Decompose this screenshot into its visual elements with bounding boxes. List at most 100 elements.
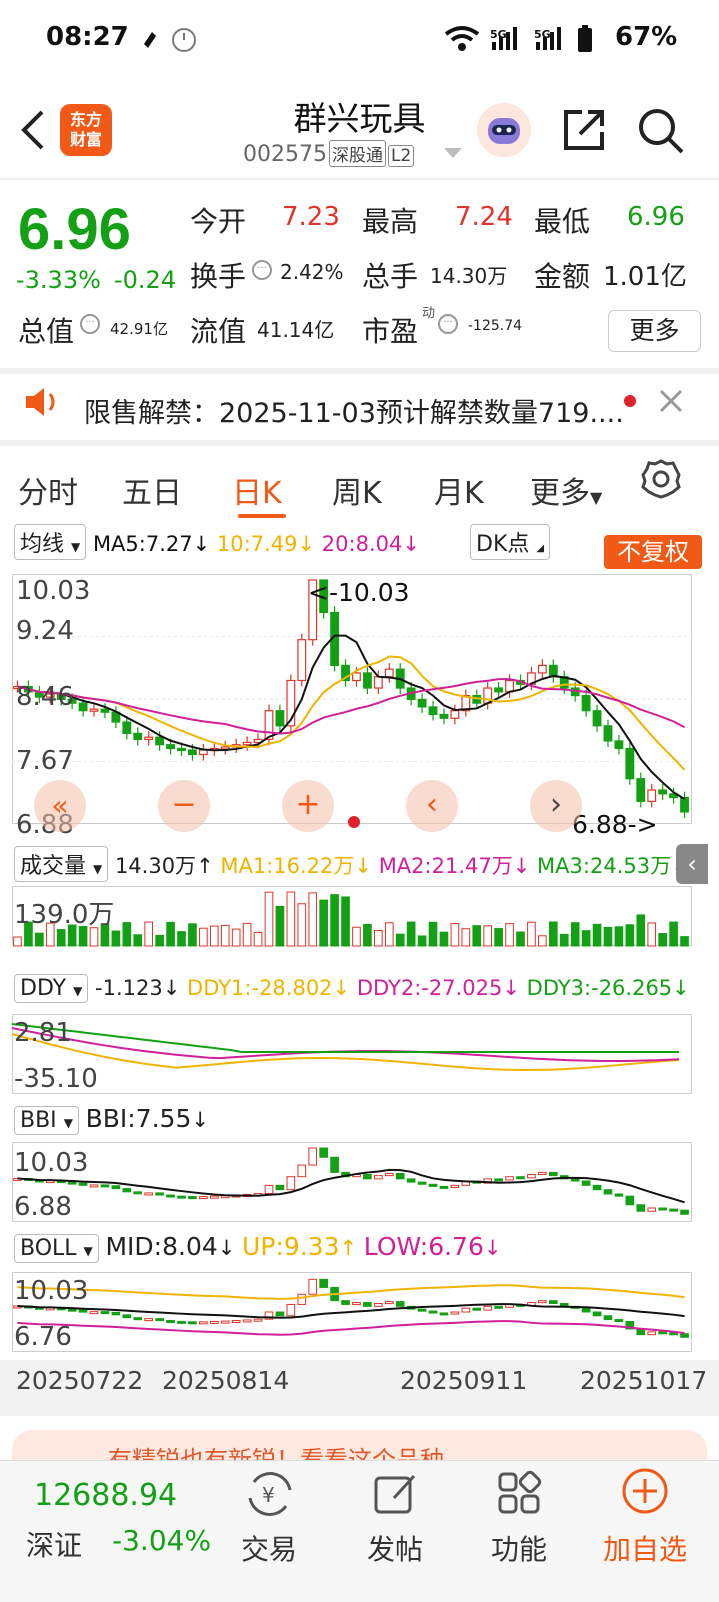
candle-body	[428, 706, 438, 716]
zoom-out-button[interactable]: −	[158, 780, 210, 832]
scroll-left-button[interactable]: ‹	[406, 780, 458, 832]
volume-bar	[614, 926, 624, 947]
tab-more[interactable]: 更多▼	[530, 468, 602, 512]
volume-y-label: 139.0万	[14, 900, 115, 930]
tab-daily-k[interactable]: 日K	[232, 468, 282, 512]
candle-body	[647, 789, 657, 802]
volume-dropdown[interactable]: 成交量 ▼	[14, 846, 109, 882]
volume-bar	[680, 936, 689, 947]
boll-candle	[209, 1320, 219, 1324]
close-icon[interactable]	[658, 388, 684, 414]
adjust-button[interactable]: 不复权	[604, 535, 702, 569]
change-amount: -0.24	[114, 266, 177, 294]
candle-body	[581, 694, 591, 712]
apps-icon[interactable]	[496, 1470, 542, 1516]
trade-icon[interactable]: ¥	[244, 1468, 296, 1520]
volume-bar	[56, 929, 66, 947]
bbi-candle	[625, 1195, 635, 1206]
float-value: 41.14亿	[257, 318, 335, 342]
tab-more-label: 更多	[530, 476, 590, 511]
boll-candle	[89, 1311, 99, 1315]
info-icon[interactable]: ···	[438, 314, 458, 334]
tab-intraday[interactable]: 分时	[18, 468, 78, 512]
boll-candle	[100, 1311, 110, 1315]
volume-bar	[319, 899, 328, 947]
boll-candle	[461, 1307, 471, 1313]
boll-candle	[592, 1311, 602, 1317]
bbi-dropdown[interactable]: BBI ▼	[14, 1106, 79, 1135]
nav-post[interactable]: 发帖	[340, 1528, 450, 1568]
volume-bar	[570, 922, 580, 947]
nav-trade[interactable]: 交易	[214, 1528, 324, 1568]
volume-bar	[209, 925, 219, 947]
bbi-candle	[548, 1171, 558, 1177]
bbi-candle	[100, 1184, 110, 1188]
bbi-candle	[122, 1188, 132, 1193]
index-value[interactable]: 12688.94	[34, 1478, 177, 1513]
candle-body	[658, 789, 668, 795]
tab-weekly-k[interactable]: 周K	[332, 468, 382, 512]
tab-5day[interactable]: 五日	[122, 468, 182, 512]
candlestick-chart[interactable]	[12, 574, 692, 838]
volume-bar	[374, 929, 383, 947]
boll-candle	[363, 1302, 372, 1307]
more-button[interactable]: 更多	[608, 310, 701, 352]
boll-y-bottom: 6.76	[14, 1322, 72, 1352]
bbi-value: BBI:7.55	[85, 1104, 192, 1133]
volume-bar	[417, 935, 427, 947]
edit-icon[interactable]	[372, 1470, 420, 1518]
bbi-candle	[78, 1182, 88, 1186]
robot-assistant-icon[interactable]	[476, 102, 532, 158]
date-label: 20250722	[16, 1366, 144, 1395]
share-icon[interactable]	[560, 106, 608, 154]
date-label: 20251017	[580, 1366, 708, 1395]
collapse-panel-button[interactable]: ‹	[676, 844, 708, 884]
ma10-value: 10:7.49	[216, 532, 298, 556]
status-bar: 08:27 5G 5G 67%	[0, 0, 719, 80]
ma-dropdown-label: 均线	[20, 532, 65, 557]
tab-monthly-k[interactable]: 月K	[434, 468, 484, 512]
nav-add-watchlist[interactable]: 加自选	[590, 1528, 700, 1568]
down-arrow-icon: ↓	[402, 532, 420, 556]
ma-dropdown[interactable]: 均线 ▼	[14, 524, 87, 560]
amount-value: 1.01亿	[603, 262, 687, 292]
ddy-indicator-row: DDY ▼ -1.123↓ DDY1:-28.802↓ DDY2:-27.025…	[14, 974, 690, 1003]
boll-candle	[450, 1311, 460, 1315]
y-label-max: 10.03	[16, 576, 91, 606]
bbi-candle	[494, 1178, 503, 1182]
dropdown-icon: ▼	[590, 488, 603, 507]
bbi-candle	[199, 1196, 208, 1200]
signal-icons: 5G 5G	[444, 25, 592, 52]
scroll-left-fast-button[interactable]: «	[34, 780, 86, 832]
ddy-dropdown[interactable]: DDY ▼	[14, 974, 89, 1003]
chart-frame	[12, 1014, 692, 1094]
chevron-down-icon[interactable]	[444, 148, 462, 160]
volume-chart	[12, 886, 692, 947]
nav-functions[interactable]: 功能	[464, 1528, 574, 1568]
pe-value: -125.74	[468, 318, 523, 334]
scroll-right-button[interactable]: ›	[530, 780, 582, 832]
volume-bar	[286, 891, 296, 947]
boll-dropdown[interactable]: BOLL ▼	[14, 1234, 99, 1263]
svg-text:¥: ¥	[262, 1483, 275, 1507]
gear-icon[interactable]	[640, 458, 682, 500]
zoom-in-button[interactable]: +	[282, 780, 334, 832]
bbi-candle	[67, 1181, 77, 1185]
add-circle-icon[interactable]	[620, 1466, 670, 1516]
search-icon[interactable]	[636, 106, 686, 156]
info-icon[interactable]: ···	[252, 260, 272, 280]
candle-body	[275, 710, 285, 727]
volume-bar	[483, 925, 493, 947]
ddy3-line	[12, 1023, 680, 1053]
notice-text[interactable]: 限售解禁：2025-11-03预计解禁数量719....	[84, 391, 624, 430]
boll-low: LOW:6.76	[363, 1232, 484, 1261]
stock-code-row[interactable]: 002575 深股通 L2	[243, 140, 415, 167]
turnover-label: 换手	[190, 260, 247, 293]
dk-point-button[interactable]: DK点 ◢	[470, 524, 551, 560]
info-icon[interactable]: ···	[80, 314, 100, 334]
level2-tag: L2	[387, 145, 415, 167]
candle-body	[603, 725, 613, 742]
volume-bar	[603, 926, 613, 947]
candle-body	[636, 778, 646, 802]
volume-bar	[188, 923, 197, 947]
